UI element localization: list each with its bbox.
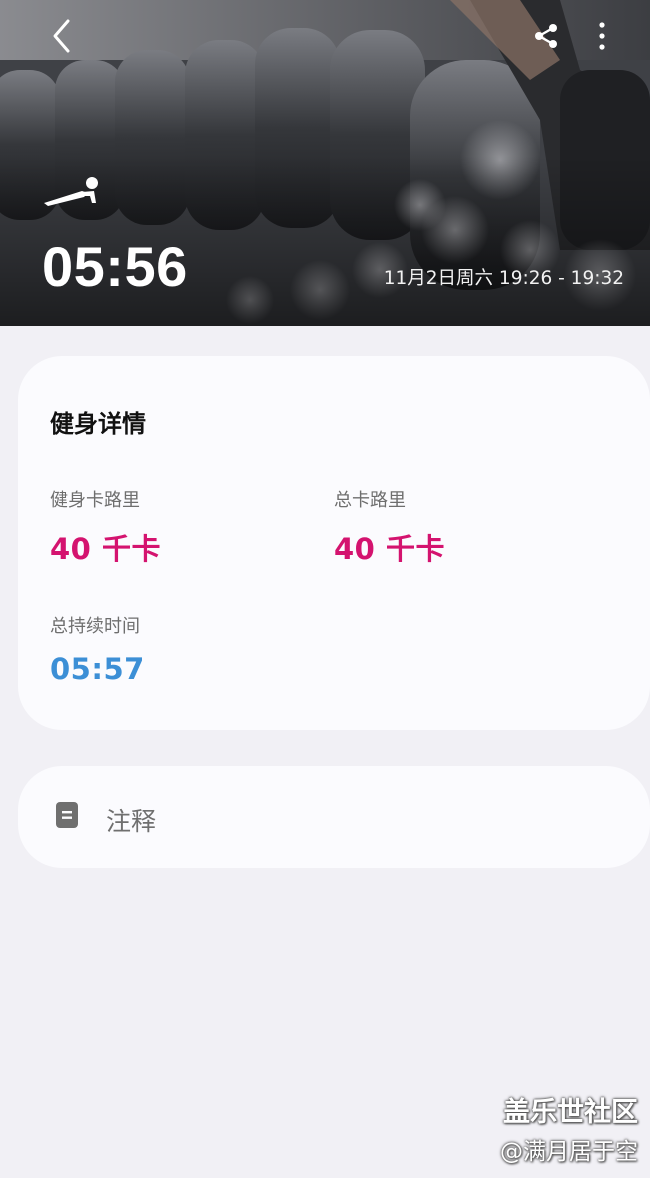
watermark-handle: @满月居于空 [500, 1139, 638, 1165]
notes-button[interactable]: 注释 [18, 766, 650, 868]
share-icon [535, 24, 557, 48]
back-button[interactable] [40, 14, 84, 58]
workout-time-range: 11月2日周六 19:26 - 19:32 [383, 268, 624, 289]
total-duration-value: 05:57 [50, 652, 145, 686]
watermark-site: 盖乐世社区 [503, 1097, 638, 1128]
total-duration-label: 总持续时间 [50, 616, 140, 637]
workout-details-card: 健身详情 健身卡路里 40 千卡 总卡路里 40 千卡 总持续时间 05:57 [18, 356, 650, 730]
share-button[interactable] [524, 14, 568, 58]
total-calories-stat: 总卡路里 40 千卡 [334, 486, 445, 568]
active-calories-value: 40 千卡 [50, 532, 161, 566]
active-calories-label: 健身卡路里 [50, 490, 140, 511]
note-icon [56, 802, 78, 828]
chevron-left-icon [53, 19, 70, 53]
details-title: 健身详情 [50, 410, 146, 438]
more-vertical-icon [599, 22, 605, 50]
total-duration-stat: 总持续时间 05:57 [50, 612, 145, 686]
push-up-icon [44, 177, 98, 206]
notes-label: 注释 [106, 807, 157, 836]
workout-hero-banner: 05:56 11月2日周六 19:26 - 19:32 [0, 0, 650, 326]
workout-duration: 05:56 [42, 235, 188, 298]
more-options-button[interactable] [584, 14, 620, 58]
total-calories-label: 总卡路里 [334, 490, 406, 511]
active-calories-stat: 健身卡路里 40 千卡 [50, 486, 161, 568]
total-calories-value: 40 千卡 [334, 532, 445, 566]
